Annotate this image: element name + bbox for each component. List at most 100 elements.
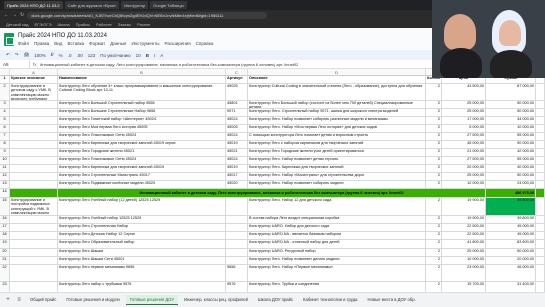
- table-cell[interactable]: Конструктор Лего. Набор «Магистраль» для…: [248, 173, 426, 180]
- table-cell[interactable]: Конструктор Лего обучение 4+ класс прогр…: [58, 84, 226, 100]
- undo-icon[interactable]: ↶: [6, 52, 10, 58]
- bookmark[interactable]: Школа: [57, 22, 69, 27]
- row-number[interactable]: 21: [0, 257, 10, 264]
- table-cell[interactable]: 22 500,00: [442, 232, 486, 239]
- table-cell[interactable]: [10, 216, 58, 223]
- table-cell[interactable]: Конструктор Лего Пластиковые Сетю 45024: [58, 133, 226, 140]
- table-cell[interactable]: [10, 232, 58, 239]
- column-header[interactable]: D: [248, 69, 426, 75]
- table-cell[interactable]: 40 000,00: [486, 165, 536, 172]
- table-cell[interactable]: [10, 149, 58, 156]
- table-cell[interactable]: 2: [426, 198, 442, 215]
- table-cell[interactable]: [10, 282, 58, 292]
- table-cell[interactable]: 45025: [226, 84, 248, 100]
- formula-input[interactable]: Инновационный кабинет в детском саду. Ле…: [40, 62, 299, 67]
- table-cell[interactable]: 2: [426, 109, 442, 116]
- menu-help[interactable]: Справка: [196, 41, 214, 46]
- table-cell[interactable]: [10, 240, 58, 248]
- table-cell[interactable]: Конструктор Лего Большой Строительный на…: [58, 101, 226, 108]
- table-cell[interactable]: 2: [426, 157, 442, 164]
- back-icon[interactable]: ←: [4, 12, 9, 18]
- table-cell[interactable]: 2: [426, 141, 442, 148]
- table-cell[interactable]: Конструктор Лего. Трубки и соединения: [248, 282, 426, 292]
- table-cell[interactable]: 2: [426, 84, 442, 100]
- table-cell[interactable]: В состав набора Лего входит специальная …: [248, 216, 426, 223]
- table-cell[interactable]: Конструктор UARO. Набор для детского сад…: [248, 224, 426, 231]
- corner-cell[interactable]: [0, 69, 10, 75]
- currency-button[interactable]: ₽: [51, 52, 54, 58]
- table-cell[interactable]: 34 000,00: [486, 117, 536, 124]
- table-cell[interactable]: [226, 257, 248, 264]
- sheet-tab[interactable]: Общий прайс: [26, 295, 60, 305]
- row-number[interactable]: 16: [0, 216, 10, 223]
- table-cell[interactable]: 45801: [226, 101, 248, 108]
- table-cell[interactable]: Конструктор Лего Большие Строительные На…: [58, 109, 226, 116]
- table-cell[interactable]: 2: [426, 265, 442, 281]
- row-number[interactable]: 23: [0, 282, 10, 292]
- percent-button[interactable]: %: [59, 53, 63, 58]
- table-cell[interactable]: 21 000,00: [442, 149, 486, 156]
- table-cell[interactable]: 83 600,00: [486, 240, 536, 248]
- table-cell[interactable]: 39 800,00: [486, 216, 536, 223]
- row-number[interactable]: 22: [0, 265, 10, 281]
- row-number[interactable]: 6: [0, 125, 10, 132]
- document-title[interactable]: Прайс 2024 НПО ДО 11.03.2024: [18, 33, 213, 39]
- column-header[interactable]: C: [226, 69, 248, 75]
- bookmark[interactable]: Прайсы: [76, 22, 90, 27]
- add-sheet-icon[interactable]: +: [4, 297, 12, 303]
- forward-icon[interactable]: →: [12, 12, 17, 18]
- table-cell[interactable]: 45020: [226, 181, 248, 188]
- bookmark[interactable]: ЕГЭ/ОГЭ: [34, 22, 51, 27]
- table-cell[interactable]: 2: [426, 282, 442, 292]
- bookmark[interactable]: Разное: [137, 22, 150, 27]
- table-cell[interactable]: 20 000,00: [442, 165, 486, 172]
- table-cell[interactable]: 45024: [226, 117, 248, 124]
- table-cell[interactable]: Конструктор Лего Пластиковые Сетю 45024: [58, 157, 226, 164]
- table-cell[interactable]: Конструктор Лего. Набор позволяет делать…: [248, 257, 426, 264]
- table-cell[interactable]: 55 000,00: [486, 133, 536, 140]
- table-cell[interactable]: 45 000,00: [486, 224, 536, 231]
- table-cell[interactable]: 50 000,00: [486, 249, 536, 256]
- table-cell[interactable]: [10, 133, 58, 140]
- menu-data[interactable]: Данные: [110, 41, 126, 46]
- table-cell[interactable]: [226, 224, 248, 231]
- row-number[interactable]: 8: [0, 141, 10, 148]
- table-cell[interactable]: Конструктор Лего Строительная Набор: [58, 224, 226, 231]
- table-cell[interactable]: Конструктор Лего Городские жители 45021: [58, 149, 226, 156]
- table-cell[interactable]: 50 000,00: [486, 109, 536, 116]
- table-cell[interactable]: 17 000,00: [442, 117, 486, 124]
- table-cell[interactable]: [226, 198, 248, 215]
- table-cell[interactable]: 39 800,00: [486, 198, 536, 215]
- decrease-decimal-button[interactable]: .0: [68, 53, 72, 58]
- table-cell[interactable]: [226, 216, 248, 223]
- table-cell[interactable]: 2: [426, 149, 442, 156]
- row-number[interactable]: 10: [0, 157, 10, 164]
- table-cell[interactable]: 2: [426, 117, 442, 124]
- table-cell[interactable]: Конструктор Лего. Набор позволяет собира…: [248, 117, 426, 124]
- table-cell[interactable]: 45024: [226, 133, 248, 140]
- row-number[interactable]: 20: [0, 249, 10, 256]
- table-cell[interactable]: 27 500,00: [442, 157, 486, 164]
- table-cell[interactable]: [10, 257, 58, 264]
- table-cell[interactable]: [10, 141, 58, 148]
- header-cell[interactable]: Наименование: [58, 76, 226, 83]
- row-number[interactable]: 9: [0, 149, 10, 156]
- table-cell[interactable]: 45019: [226, 141, 248, 148]
- table-cell[interactable]: 50 000,00: [486, 173, 536, 180]
- table-cell[interactable]: 45021: [226, 149, 248, 156]
- row-number[interactable]: 3: [0, 101, 10, 108]
- table-cell[interactable]: Конструктор Лего. Набор позволяет собира…: [248, 181, 426, 188]
- table-cell[interactable]: [10, 265, 58, 281]
- row-number[interactable]: 5: [0, 117, 10, 124]
- header-cell[interactable]: Краткое описание: [10, 76, 58, 83]
- table-cell[interactable]: 2: [426, 133, 442, 140]
- table-cell[interactable]: 19 900,00: [442, 198, 486, 215]
- table-cell[interactable]: Конструирование в детском саду с УМК. В …: [10, 84, 58, 100]
- column-header[interactable]: B: [58, 69, 226, 75]
- table-cell[interactable]: 45 000,00: [442, 141, 486, 148]
- row-number[interactable]: 19: [0, 240, 10, 248]
- bookmark[interactable]: Заказы: [118, 22, 131, 27]
- bold-button[interactable]: B: [146, 53, 149, 58]
- table-cell[interactable]: 9071: [226, 109, 248, 116]
- table-cell[interactable]: 2: [426, 249, 442, 256]
